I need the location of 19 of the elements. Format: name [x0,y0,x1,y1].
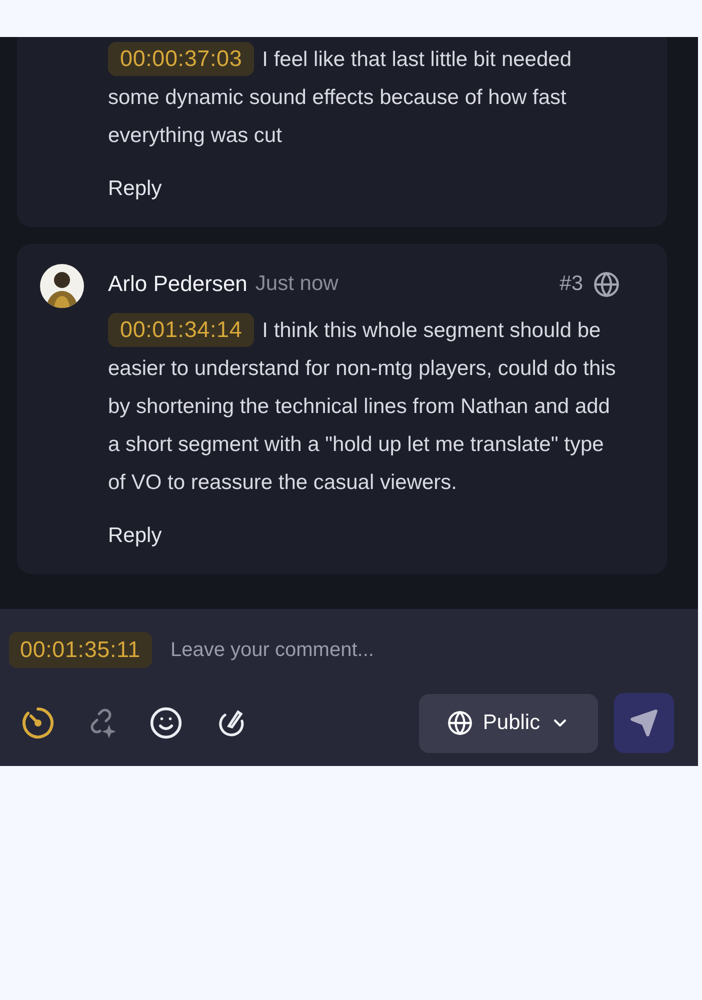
send-icon [629,708,659,738]
smile-icon [149,706,183,740]
visibility-dropdown[interactable]: Public [419,694,598,752]
globe-icon [446,710,473,736]
reply-button[interactable]: Reply [108,177,162,201]
timecode-tag[interactable]: 00:00:37:03 [108,42,254,76]
toolbar-button[interactable] [21,706,55,740]
comment-time: Just now [255,272,338,296]
timecode-tag[interactable]: 00:01:34:14 [108,313,254,347]
timer-icon [21,706,55,740]
globe-icon [593,270,620,298]
comment-text: 00:00:37:03 I feel like that last little bit needed some dynamic sound effects because of how fast everything was cut [108,41,620,155]
comment-text: 00:01:34:14 I think this whole segment should be easier to understand for non-mtg players, could do this by shortening the technical lines from Nathan and add a short segment with a "hold up let me translate" type of VO to reassure the casual viewers. [108,312,620,502]
reply-button[interactable]: Reply [108,524,162,548]
comment-number: #3 [560,272,583,296]
timecode-tag[interactable]: 00:01:35:11 [9,632,152,668]
comment-input[interactable]: Leave your comment... [168,638,674,662]
author-name: Arlo Pedersen [108,271,248,297]
send-button[interactable] [614,693,674,753]
